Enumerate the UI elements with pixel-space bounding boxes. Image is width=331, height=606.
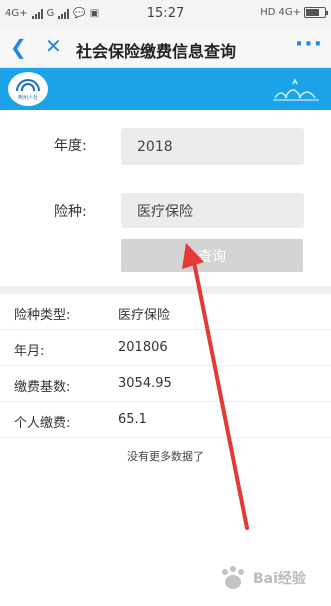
watermark-text: Bai经验 (253, 571, 306, 587)
result-key: 缴费基数: (14, 380, 71, 395)
battery-icon (304, 7, 328, 18)
result-value: 医疗保险 (118, 308, 171, 323)
result-row: 险种类型: 医疗保险 (0, 294, 331, 330)
paw-logo-icon (222, 566, 244, 589)
result-value: 3054.95 (118, 376, 172, 391)
insurance-type-label: 险种: (54, 204, 87, 220)
result-value: 201806 (118, 340, 168, 355)
hd-indicator: HD (260, 7, 276, 18)
result-key: 险种类型: (14, 308, 71, 323)
network-type-3: 4G+ (278, 7, 302, 18)
status-right: HD 4G+ (260, 7, 328, 18)
status-bar: 4G+ G 💬 ▣ 15:27 HD 4G+ (0, 0, 331, 28)
logo-text: 荆州人社 (17, 95, 38, 101)
no-more-data-text: 没有更多数据了 (127, 450, 204, 463)
bureau-logo: 荆州人社 (8, 72, 48, 106)
result-row: 缴费基数: 3054.95 (0, 366, 331, 402)
query-button[interactable]: 查询 (121, 239, 303, 272)
result-key: 个人缴费: (14, 416, 71, 431)
insurance-type-value: 医疗保险 (137, 203, 193, 220)
section-divider (0, 286, 331, 294)
year-value: 2018 (137, 138, 173, 155)
result-row: 个人缴费: 65.1 (0, 402, 331, 438)
year-select[interactable]: 2018 (121, 128, 304, 165)
more-menu-icon[interactable]: ··· (295, 32, 323, 57)
insurance-type-select[interactable]: 医疗保险 (121, 193, 304, 228)
result-row: 年月: 201806 (0, 330, 331, 366)
result-key: 年月: (14, 344, 45, 359)
banner: 荆州人社 (0, 68, 331, 110)
back-icon[interactable]: ❮ (10, 35, 27, 59)
close-icon[interactable]: ✕ (45, 34, 62, 58)
baidu-watermark: Bai经验 (213, 562, 323, 598)
nav-header: ❮ ✕ 社会保险缴费信息查询 ··· (0, 28, 331, 68)
result-value: 65.1 (118, 412, 147, 427)
year-label: 年度: (54, 138, 87, 154)
decorative-skyline-icon (273, 78, 319, 101)
page-title: 社会保险缴费信息查询 (76, 42, 237, 61)
